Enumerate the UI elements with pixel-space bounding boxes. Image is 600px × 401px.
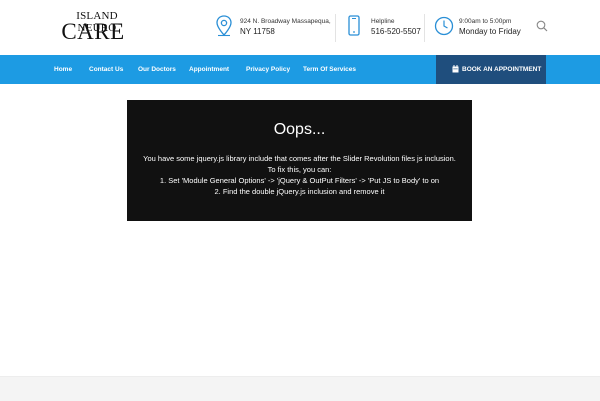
mobile-phone-icon [347,15,361,42]
helpline-info: Helpline 516-520-5507 [347,14,422,42]
calendar-icon [452,65,459,75]
hours-days: Monday to Friday [459,27,521,36]
search-icon[interactable] [536,19,548,37]
site-logo[interactable]: ISLAND NEURO CARE [57,10,137,44]
hours-info: 9:00am to 5:00pm Monday to Friday [434,14,524,42]
header-divider [424,14,425,42]
nav-item-privacy-policy[interactable]: Privacy Policy [246,55,290,84]
nav-item-term-of-services[interactable]: Term Of Services [303,55,356,84]
logo-line2: CARE [61,19,125,44]
slider-error-box: Oops... You have some jquery.js library … [127,100,472,221]
book-appointment-label: BOOK AN APPOINTMENT [462,66,542,73]
address-line1: 924 N. Broadway Massapequa, [240,18,331,25]
error-line: 1. Set 'Module General Options' -> 'jQue… [159,176,440,185]
book-appointment-button[interactable]: BOOK AN APPOINTMENT [436,55,546,84]
helpline-phone[interactable]: 516-520-5507 [371,27,421,37]
nav-item-home[interactable]: Home [54,55,72,84]
nav-item-contact-us[interactable]: Contact Us [89,55,123,84]
error-title: Oops... [273,121,326,138]
error-line: You have some jquery.js library include … [143,154,456,163]
site-header: ISLAND NEURO CARE 924 N. Broadway Massap… [0,0,600,55]
clock-icon [434,15,454,42]
footer-strip [0,376,600,401]
nav-item-our-doctors[interactable]: Our Doctors [138,55,176,84]
nav-item-appointment[interactable]: Appointment [189,55,229,84]
address-info: 924 N. Broadway Massapequa, NY 11758 [215,14,331,42]
helpline-label: Helpline [371,18,395,25]
error-line: 2. Find the double jQuery.js inclusion a… [214,187,385,196]
header-divider [335,14,336,42]
error-line: To fix this, you can: [267,165,332,174]
hours-time: 9:00am to 5:00pm [459,18,512,25]
map-pin-icon [215,15,233,42]
address-line2: NY 11758 [240,27,275,36]
